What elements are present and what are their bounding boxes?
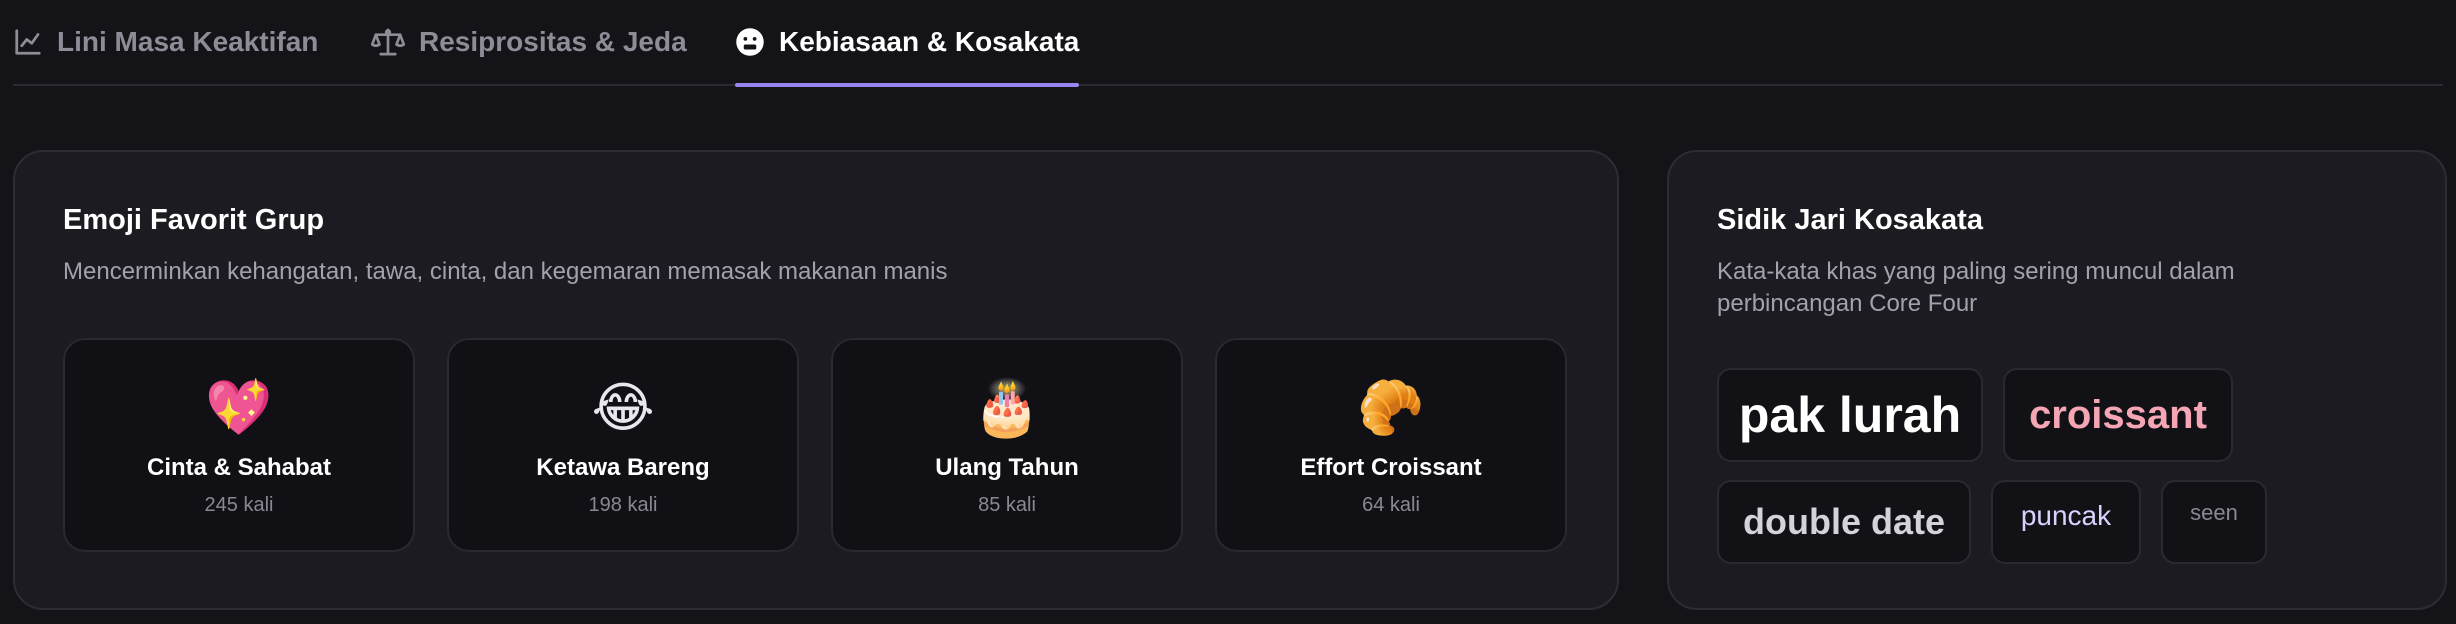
vocabulary-fingerprint-card: Sidik Jari Kosakata Kata-kata khas yang … (1667, 150, 2447, 610)
emoji-tile: 😂 Ketawa Bareng 198 kali (447, 338, 799, 552)
emoji-label: Cinta & Sahabat (146, 454, 332, 481)
emoji-tile: 🎂 Ulang Tahun 85 kali (831, 338, 1183, 552)
tab-label: Lini Masa Keaktifan (57, 26, 319, 57)
word-chip: seen (2161, 480, 2267, 564)
tab-habits-vocabulary[interactable]: Kebiasaan & Kosakata (735, 0, 1080, 87)
emoji-label: Effort Croissant (1300, 454, 1482, 481)
emoji-tile: 🥐 Effort Croissant 64 kali (1215, 338, 1567, 552)
emoji-label: Ketawa Bareng (536, 454, 710, 481)
tab-label: Resiprositas & Jeda (419, 26, 687, 57)
card-title: Emoji Favorit Grup (63, 204, 325, 236)
tab-reciprocity[interactable]: Resiprositas & Jeda (371, 0, 687, 84)
word-text: pak lurah (1738, 387, 1962, 443)
card-subtitle: Mencerminkan kehangatan, tawa, cinta, da… (63, 258, 948, 285)
favorite-emoji-card: Emoji Favorit Grup Mencerminkan kehangat… (13, 150, 1619, 610)
word-text: double date (1742, 501, 1945, 542)
word-chip: pak lurah (1717, 368, 1983, 462)
emoji-count: 198 kali (588, 494, 658, 516)
emoji-count: 64 kali (1362, 494, 1420, 516)
word-chip: puncak (1991, 480, 2141, 564)
word-text: puncak (2020, 500, 2112, 531)
card-title: Sidik Jari Kosakata (1717, 204, 1983, 236)
card-subtitle: Kata-kata khas yang paling sering muncul… (1717, 258, 2235, 317)
emoji-count: 85 kali (978, 494, 1036, 516)
line-chart-icon (13, 27, 43, 57)
sparkling-heart-icon: 💖 (205, 376, 273, 439)
tab-activity-timeline[interactable]: Lini Masa Keaktifan (13, 0, 318, 84)
tears-of-joy-icon: 😂 (591, 376, 655, 439)
scale-icon (371, 27, 405, 57)
word-chip: double date (1717, 480, 1971, 564)
emoji-tile: 💖 Cinta & Sahabat 245 kali (63, 338, 415, 552)
face-icon (735, 27, 765, 57)
word-text: croissant (2029, 392, 2207, 437)
tab-label: Kebiasaan & Kosakata (779, 26, 1080, 57)
emoji-grid: 💖 Cinta & Sahabat 245 kali 😂 Ketawa Bare… (63, 338, 1569, 552)
tab-bar: Lini Masa Keaktifan Resiprositas & Jeda … (13, 0, 2443, 87)
croissant-icon: 🥐 (1357, 376, 1425, 439)
birthday-cake-icon: 🎂 (973, 376, 1041, 439)
word-chip: croissant (2003, 368, 2233, 462)
emoji-count: 245 kali (204, 494, 274, 516)
emoji-label: Ulang Tahun (935, 454, 1079, 481)
word-text: seen (2190, 500, 2238, 525)
